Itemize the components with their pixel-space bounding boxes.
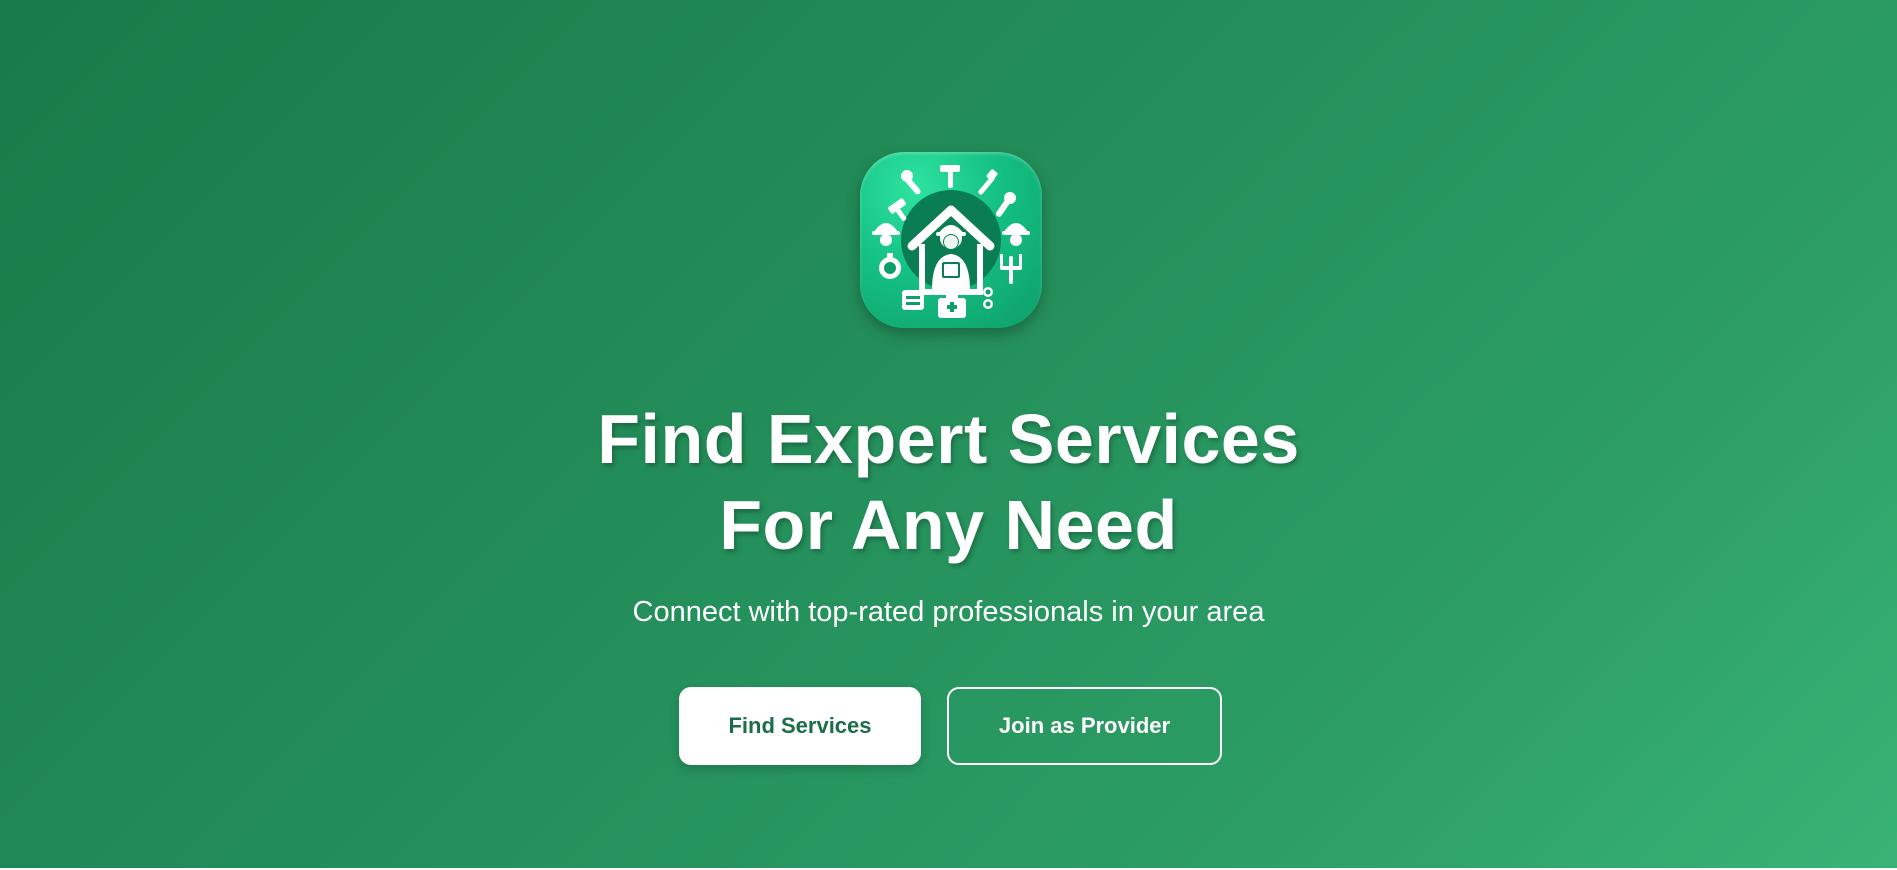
hero-headline: Find Expert Services For Any Need — [0, 396, 1897, 568]
headline-line-1: Find Expert Services — [597, 400, 1300, 478]
headline-line-2: For Any Need — [719, 486, 1178, 564]
find-services-button[interactable]: Find Services — [679, 687, 921, 765]
join-as-provider-button[interactable]: Join as Provider — [947, 687, 1222, 765]
hero-section: Find Expert Services For Any Need Connec… — [0, 0, 1897, 868]
hero-subtitle: Connect with top-rated professionals in … — [632, 596, 1265, 628]
app-logo — [860, 152, 1042, 328]
house-worker-tools-icon — [860, 152, 1042, 328]
